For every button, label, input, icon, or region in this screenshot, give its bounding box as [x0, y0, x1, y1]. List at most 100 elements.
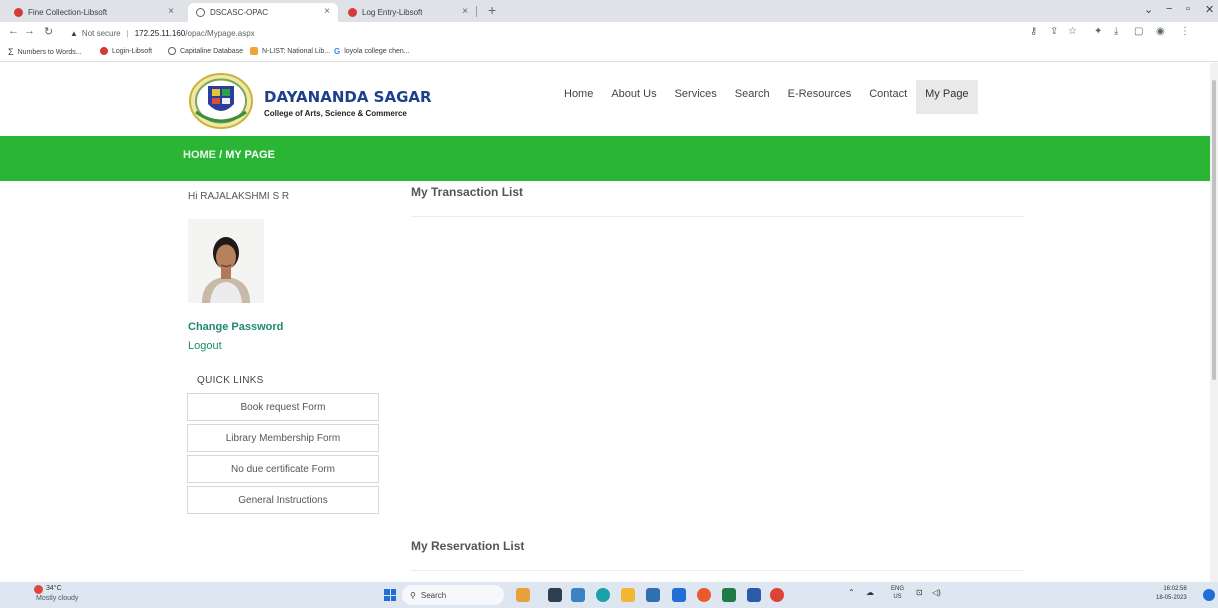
tab-search-icon[interactable]: ⌄: [1144, 3, 1153, 16]
logout-link[interactable]: Logout: [188, 340, 222, 352]
libsoft-favicon-icon: [100, 47, 108, 55]
chevron-up-icon[interactable]: ⌃: [848, 588, 855, 597]
browser-tab-strip: Fine Collection-Libsoft × DSCASC-OPAC × …: [0, 0, 1218, 22]
bookmark-star-icon[interactable]: ☆: [1068, 26, 1077, 37]
nav-my-page[interactable]: My Page: [916, 80, 978, 114]
globe-favicon-icon: [196, 8, 205, 17]
nav-services[interactable]: Services: [666, 80, 726, 114]
edge-browser-icon[interactable]: [596, 588, 610, 602]
word-icon[interactable]: [747, 588, 761, 602]
nlist-icon: [250, 47, 258, 55]
network-icon[interactable]: ⊡: [916, 588, 923, 597]
bookmarks-bar: Σ Numbers to Words... Login-Libsoft Capi…: [0, 44, 1218, 62]
bookmark-capitaline[interactable]: Capitaline Database: [168, 47, 243, 55]
mail-app-icon[interactable]: [672, 588, 686, 602]
change-password-link[interactable]: Change Password: [188, 321, 283, 333]
windows-taskbar: 34°C Mostly cloudy ⚲ Search ⌃ ☁ ENG US ⊡…: [0, 582, 1218, 608]
side-panel-icon[interactable]: ▢: [1134, 26, 1143, 37]
user-avatar: [188, 219, 264, 303]
transaction-list-divider: [411, 216, 1024, 217]
bookmark-label: Login-Libsoft: [112, 47, 153, 55]
address-bar[interactable]: ▲ Not secure | 172.25.11.160 /opac/Mypag…: [70, 25, 990, 41]
chrome-icon[interactable]: [770, 588, 784, 602]
nav-home[interactable]: Home: [555, 80, 602, 114]
tab-log-entry[interactable]: Log Entry-Libsoft ×: [340, 3, 480, 22]
globe-icon: [168, 47, 176, 55]
system-clock[interactable]: 16:02:58 18-05-2023: [1156, 585, 1187, 603]
user-greeting: Hi RAJALAKSHMI S R: [188, 191, 290, 202]
close-icon[interactable]: ×: [462, 6, 468, 17]
weather-icon[interactable]: [34, 585, 43, 594]
nav-contact[interactable]: Contact: [860, 80, 916, 114]
scrollbar-thumb[interactable]: [1212, 80, 1216, 380]
tab-fine-collection[interactable]: Fine Collection-Libsoft ×: [6, 3, 182, 22]
download-icon[interactable]: ⤓: [1114, 26, 1118, 37]
security-label: Not secure: [81, 28, 121, 38]
bookmark-label: Numbers to Words...: [17, 48, 82, 56]
weather-temperature[interactable]: 34°C: [46, 585, 62, 592]
language-code: ENG: [891, 586, 905, 592]
minimize-icon[interactable]: −: [1166, 3, 1172, 15]
start-icon[interactable]: [384, 589, 396, 601]
nav-e-resources[interactable]: E-Resources: [779, 80, 861, 114]
nav-about-us[interactable]: About Us: [602, 80, 665, 114]
tab-title: DSCASC-OPAC: [210, 8, 269, 17]
zoom-app-icon[interactable]: [571, 588, 585, 602]
breadcrumb-home[interactable]: HOME: [183, 149, 216, 161]
new-tab-button[interactable]: +: [488, 2, 496, 18]
bookmark-nlist[interactable]: N-LIST: National Lib...: [250, 47, 330, 55]
taskbar-search[interactable]: ⚲ Search: [402, 585, 504, 605]
bookmark-loyola[interactable]: G loyola college chen...: [334, 47, 410, 56]
task-view-icon[interactable]: [548, 588, 562, 602]
cloud-icon[interactable]: ☁: [866, 588, 874, 597]
transaction-list-title: My Transaction List: [411, 185, 524, 199]
volume-icon[interactable]: ◁): [932, 588, 941, 597]
excel-icon[interactable]: [722, 588, 736, 602]
quick-link-general-instructions[interactable]: General Instructions: [187, 486, 379, 514]
window-close-icon[interactable]: ✕: [1205, 3, 1214, 16]
forward-arrow-icon[interactable]: →: [24, 25, 35, 37]
firefox-icon[interactable]: [697, 588, 711, 602]
sigma-icon: Σ: [8, 47, 14, 57]
tab-title: Fine Collection-Libsoft: [28, 8, 108, 17]
quick-links-title: QUICK LINKS: [197, 375, 264, 386]
notification-icon[interactable]: [1203, 589, 1215, 601]
close-icon[interactable]: ×: [168, 6, 174, 17]
tab-title: Log Entry-Libsoft: [362, 8, 423, 17]
quick-link-book-request[interactable]: Book request Form: [187, 393, 379, 421]
url-path: /opac/Mypage.aspx: [185, 28, 255, 38]
breadcrumb-bar: HOME / MY PAGE: [0, 136, 1218, 181]
file-explorer-icon[interactable]: [621, 588, 635, 602]
quick-link-no-due-certificate[interactable]: No due certificate Form: [187, 455, 379, 483]
brand-name[interactable]: DAYANANDA SAGAR: [264, 88, 432, 106]
store-app-icon[interactable]: [646, 588, 660, 602]
reservation-list-title: My Reservation List: [411, 539, 525, 553]
language-indicator[interactable]: ENG US: [891, 585, 904, 601]
bookmark-login-libsoft[interactable]: Login-Libsoft: [100, 47, 152, 55]
tab-dscasc-opac[interactable]: DSCASC-OPAC ×: [188, 3, 338, 22]
weather-description[interactable]: Mostly cloudy: [36, 595, 78, 602]
extensions-icon[interactable]: ✦: [1094, 26, 1102, 37]
quick-link-library-membership[interactable]: Library Membership Form: [187, 424, 379, 452]
back-arrow-icon[interactable]: ←: [8, 25, 19, 37]
reload-icon[interactable]: ↻: [44, 25, 53, 38]
region-code: US: [893, 594, 902, 600]
share-icon[interactable]: ⇪: [1050, 26, 1058, 37]
breadcrumb-current: MY PAGE: [225, 149, 275, 161]
bookmark-numbers-to-words[interactable]: Σ Numbers to Words...: [8, 47, 82, 57]
widgets-app-icon[interactable]: [516, 588, 530, 602]
menu-icon[interactable]: ⋮: [1180, 26, 1190, 37]
search-icon: ⚲: [410, 590, 416, 600]
key-icon[interactable]: ⚷: [1030, 26, 1037, 37]
browser-toolbar: ← → ↻ ▲ Not secure | 172.25.11.160 /opac…: [0, 22, 1218, 44]
bookmark-label: Capitaline Database: [180, 47, 244, 55]
college-logo[interactable]: [188, 72, 254, 130]
maximize-icon[interactable]: ▫: [1186, 3, 1190, 15]
profile-icon[interactable]: ◉: [1156, 26, 1165, 37]
google-icon: G: [334, 47, 341, 56]
libsoft-favicon-icon: [348, 8, 357, 17]
site-header: DAYANANDA SAGAR College of Arts, Science…: [0, 63, 1218, 136]
close-icon[interactable]: ×: [324, 6, 330, 17]
nav-search[interactable]: Search: [726, 80, 779, 114]
clock-time: 16:02:58: [1163, 586, 1187, 592]
